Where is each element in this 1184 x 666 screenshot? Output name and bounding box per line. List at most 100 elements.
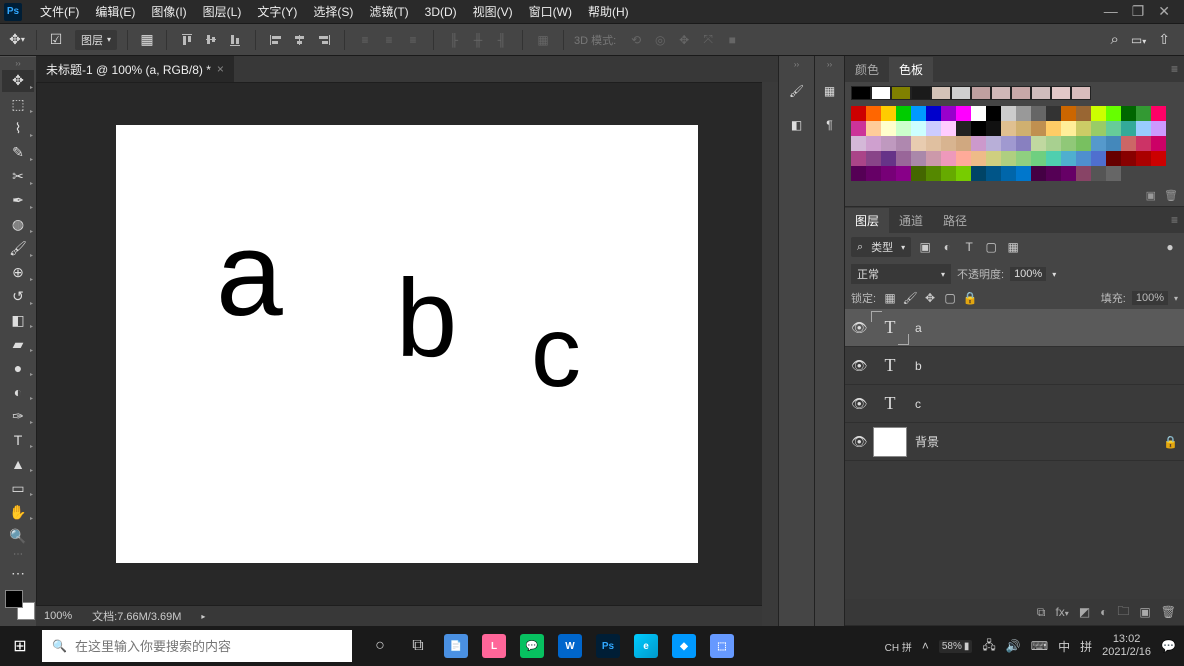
menu-view[interactable]: 视图(V): [465, 1, 521, 22]
swatch[interactable]: [1061, 151, 1076, 166]
menu-file[interactable]: 文件(F): [32, 1, 87, 22]
swatch[interactable]: [1106, 136, 1121, 151]
menu-layer[interactable]: 图层(L): [195, 1, 250, 22]
swatch[interactable]: [1136, 106, 1151, 121]
hand-tool[interactable]: ✋▸: [2, 501, 34, 523]
lock-pixels-icon[interactable]: 🖌: [902, 290, 918, 306]
distribute-right-icon[interactable]: ╢: [492, 30, 512, 50]
swatch[interactable]: [1046, 121, 1061, 136]
swatch[interactable]: [896, 106, 911, 121]
swatch[interactable]: [896, 166, 911, 181]
menu-filter[interactable]: 滤镜(T): [361, 1, 416, 22]
edit-toolbar[interactable]: ⋯: [2, 562, 34, 584]
swatch[interactable]: [956, 121, 971, 136]
swatch[interactable]: [1121, 106, 1136, 121]
menu-window[interactable]: 窗口(W): [521, 1, 580, 22]
swatch[interactable]: [1046, 151, 1061, 166]
lasso-tool[interactable]: ⌇▸: [2, 118, 34, 140]
close-tab-icon[interactable]: ×: [217, 62, 224, 76]
taskbar-search[interactable]: 🔍: [42, 630, 352, 662]
taskbar-app-8[interactable]: ⬚: [704, 626, 740, 666]
layer-visibility-icon[interactable]: 👁: [851, 358, 865, 374]
swatch[interactable]: [941, 106, 956, 121]
swatch[interactable]: [1001, 106, 1016, 121]
layer-name[interactable]: 背景: [915, 433, 939, 450]
swatch[interactable]: [866, 121, 881, 136]
taskbar-app-wechat[interactable]: 💬: [514, 626, 550, 666]
swatch[interactable]: [956, 151, 971, 166]
swatch[interactable]: [1001, 166, 1016, 181]
swatch[interactable]: [1001, 136, 1016, 151]
swatch[interactable]: [1076, 121, 1091, 136]
pen-tool[interactable]: ✑▸: [2, 405, 34, 427]
swatch[interactable]: [941, 121, 956, 136]
swatch[interactable]: [1091, 151, 1106, 166]
swatch[interactable]: [986, 121, 1001, 136]
swatch[interactable]: [911, 121, 926, 136]
swatch[interactable]: [1031, 166, 1046, 181]
swatch[interactable]: [941, 136, 956, 151]
move-tool-indicator-icon[interactable]: ✥▾: [8, 31, 26, 49]
swatch[interactable]: [911, 151, 926, 166]
window-restore-icon[interactable]: ❐: [1132, 3, 1145, 20]
cortana-icon[interactable]: ○: [362, 626, 398, 666]
swatch[interactable]: [986, 151, 1001, 166]
swatch[interactable]: [1091, 136, 1106, 151]
layer-visibility-icon[interactable]: 👁: [851, 434, 865, 450]
swatch[interactable]: [1031, 151, 1046, 166]
lock-all-icon[interactable]: 🔒: [962, 290, 978, 306]
swatch[interactable]: [1106, 151, 1121, 166]
new-swatch-icon[interactable]: ▣: [1146, 189, 1156, 202]
swatch[interactable]: [991, 86, 1011, 100]
character-panel-icon[interactable]: ¶: [818, 113, 842, 137]
vertical-scrollbar[interactable]: [762, 82, 778, 626]
new-layer-icon[interactable]: ▣: [1139, 605, 1150, 619]
layer-name[interactable]: b: [915, 359, 922, 373]
fill-value[interactable]: 100%: [1132, 291, 1168, 305]
menu-help[interactable]: 帮助(H): [580, 1, 637, 22]
canvas[interactable]: a b c: [116, 125, 698, 563]
swatch[interactable]: [1031, 86, 1051, 100]
layer-row[interactable]: 👁背景🔒: [845, 423, 1184, 461]
foreground-color-swatch[interactable]: [5, 590, 23, 608]
volume-icon[interactable]: 🔊: [1006, 639, 1021, 653]
menu-edit[interactable]: 编辑(E): [87, 1, 143, 22]
swatch[interactable]: [1136, 121, 1151, 136]
dodge-tool[interactable]: ◐▸: [2, 381, 34, 403]
layer-row[interactable]: 👁Tc: [845, 385, 1184, 423]
move-tool[interactable]: ✥▸: [2, 70, 34, 92]
swatch[interactable]: [1121, 151, 1136, 166]
filter-toggle-icon[interactable]: ●: [1162, 239, 1178, 255]
swatches-menu-icon[interactable]: ≡: [1165, 62, 1184, 76]
shape-tool[interactable]: ▭▸: [2, 477, 34, 499]
layer-name[interactable]: a: [915, 321, 922, 335]
distribute-vcenter-icon[interactable]: ≡: [379, 30, 399, 50]
swatch[interactable]: [1121, 136, 1136, 151]
adjustment-layer-icon[interactable]: ◐: [1100, 605, 1107, 619]
swatch[interactable]: [986, 136, 1001, 151]
align-vcenter-icon[interactable]: [201, 30, 221, 50]
swatch[interactable]: [866, 106, 881, 121]
swatch[interactable]: [881, 106, 896, 121]
status-menu-icon[interactable]: ▸: [201, 612, 205, 621]
search-input[interactable]: [75, 639, 342, 654]
swatch[interactable]: [1016, 106, 1031, 121]
swatch[interactable]: [1016, 151, 1031, 166]
layer-filter-type[interactable]: ⌕ 类型 ▾: [851, 237, 911, 257]
canvas-text-a[interactable]: a: [216, 205, 283, 343]
swatch[interactable]: [1016, 136, 1031, 151]
channels-tab[interactable]: 通道: [889, 208, 933, 233]
swatch[interactable]: [986, 166, 1001, 181]
swatch[interactable]: [1011, 86, 1031, 100]
swatch[interactable]: [926, 136, 941, 151]
healing-brush-tool[interactable]: ◍▸: [2, 214, 34, 236]
zoom-level[interactable]: 100%: [44, 610, 72, 622]
distribute-top-icon[interactable]: ≡: [355, 30, 375, 50]
layer-visibility-icon[interactable]: 👁: [851, 396, 865, 412]
menu-image[interactable]: 图像(I): [143, 1, 194, 22]
swatch[interactable]: [1091, 166, 1106, 181]
document-tab[interactable]: 未标题-1 @ 100% (a, RGB/8) * ×: [36, 56, 234, 82]
swatches-tab[interactable]: 色板: [889, 57, 933, 82]
swatch[interactable]: [1061, 136, 1076, 151]
swatch[interactable]: [941, 166, 956, 181]
